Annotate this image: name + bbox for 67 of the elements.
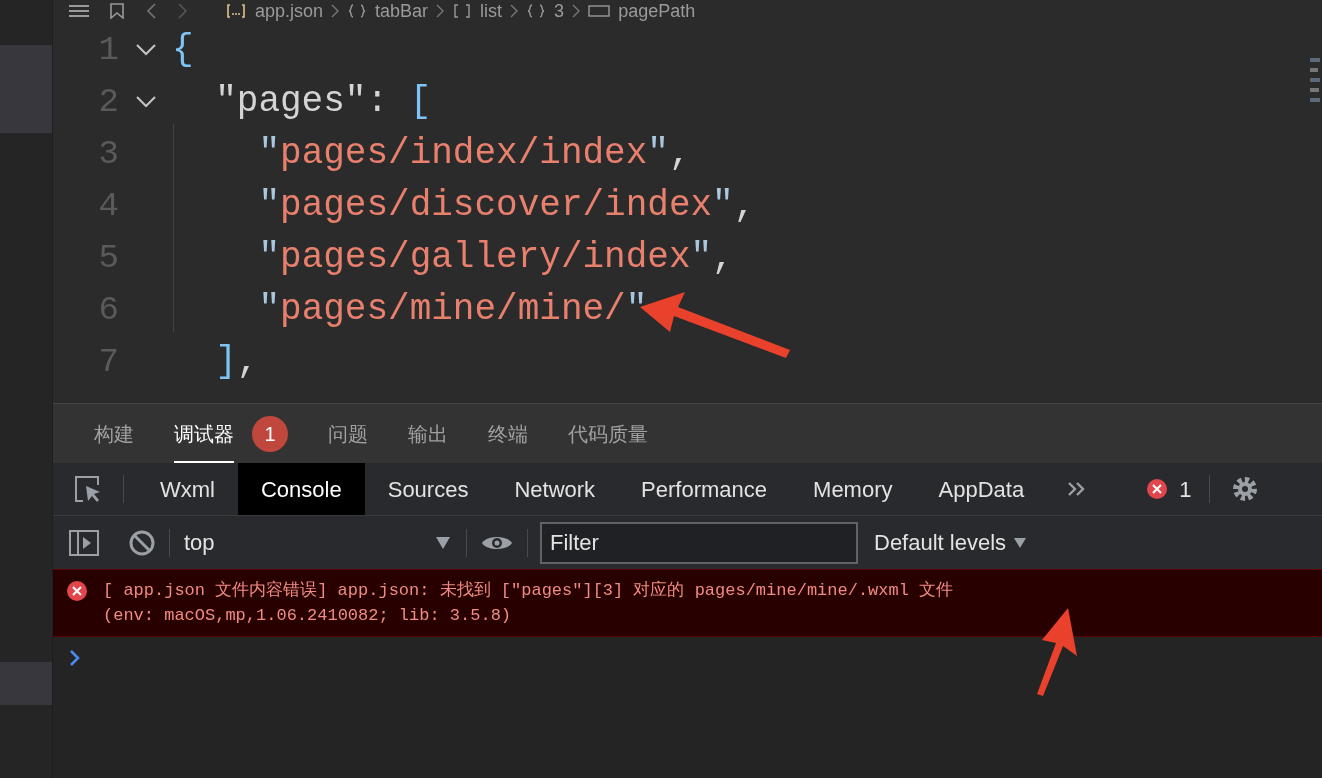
- error-icon: [67, 581, 87, 601]
- prompt-chevron-icon: [69, 649, 81, 667]
- string-literal: pages/index/index: [280, 133, 648, 174]
- breadcrumb-separator-icon: [510, 4, 519, 18]
- list-icon[interactable]: [69, 4, 89, 18]
- levels-dropdown[interactable]: Default levels: [874, 526, 1027, 559]
- brackets-icon: [452, 4, 473, 18]
- code-token: ": [647, 133, 669, 174]
- panel-tab[interactable]: 终端: [488, 404, 528, 463]
- context-dropdown[interactable]: top: [170, 526, 460, 559]
- string-literal: pages/gallery/index: [280, 237, 691, 278]
- filter-field[interactable]: Filter: [540, 521, 858, 564]
- devtools-tab[interactable]: Performance: [618, 463, 791, 515]
- code-token: ]: [214, 341, 237, 382]
- breadcrumb-item[interactable]: pagePath: [618, 2, 696, 20]
- bookmark-icon[interactable]: [109, 3, 125, 19]
- error-message: [ app.json 文件内容错误] app.json: 未找到 ["pages"][3] 对应的 pages/mine/mine/.wxml 文件: [103, 579, 954, 602]
- panel-tab[interactable]: 输出: [408, 404, 448, 463]
- sidebar-toggle-icon[interactable]: [69, 529, 99, 556]
- code-token: ,: [733, 185, 756, 226]
- code-token: {: [172, 29, 194, 70]
- code-token: ,: [236, 341, 259, 382]
- code-token: ": [257, 133, 281, 174]
- breadcrumb-separator-icon: [572, 4, 581, 18]
- field-icon: [588, 4, 611, 18]
- code-token: ": [257, 237, 281, 278]
- clear-icon[interactable]: [129, 529, 155, 556]
- property-key: "pages": [172, 81, 367, 122]
- fold-chevron-icon[interactable]: [135, 96, 156, 108]
- breadcrumb-item[interactable]: app.json: [255, 2, 324, 20]
- braces-icon: [526, 4, 547, 18]
- string-literal: pages/discover/index: [280, 185, 713, 226]
- devtools-tab[interactable]: Sources: [364, 463, 492, 515]
- code-token: ": [690, 237, 713, 278]
- code-token: ": [625, 289, 648, 330]
- code-token: ": [257, 289, 281, 330]
- sidebar-highlight: [0, 662, 52, 705]
- string-literal: pages/mine/mine/: [280, 289, 626, 330]
- devtools-tab[interactable]: Network: [491, 463, 619, 515]
- breadcrumb-separator-icon: [436, 4, 445, 18]
- braces-icon: [347, 4, 368, 18]
- breadcrumb-item[interactable]: tabBar: [375, 2, 429, 20]
- code-token: ": [712, 185, 734, 226]
- json-file-icon: [225, 4, 247, 18]
- devtools-tab[interactable]: Memory: [790, 463, 916, 515]
- dropdown-caret-icon: [1014, 537, 1027, 548]
- code-token: ": [257, 185, 281, 226]
- back-icon[interactable]: [145, 3, 157, 19]
- fold-chevron-icon[interactable]: [135, 44, 156, 56]
- devtools-tab[interactable]: Console: [238, 463, 365, 515]
- breadcrumb-item[interactable]: list: [480, 2, 503, 20]
- devtools-tab[interactable]: AppData: [915, 463, 1048, 515]
- count-badge: 1: [252, 415, 288, 452]
- breadcrumb-item[interactable]: 3: [554, 2, 565, 20]
- panel-tab[interactable]: 代码质量: [568, 404, 648, 463]
- code-token: ,: [712, 237, 734, 278]
- devtools-tab[interactable]: Wxml: [137, 463, 238, 515]
- error-icon: [1147, 479, 1168, 499]
- panel-tab[interactable]: 构建: [94, 404, 134, 463]
- breadcrumb-separator-icon: [331, 4, 340, 18]
- code-token: ,: [668, 133, 691, 174]
- code-token: :: [366, 81, 390, 122]
- error-count[interactable]: 1: [1179, 472, 1192, 506]
- code-token: [: [409, 81, 432, 122]
- panel-tab[interactable]: 问题: [328, 404, 368, 463]
- error-message: (env: macOS,mp,1.06.2410082; lib: 3.5.8): [103, 605, 513, 627]
- dropdown-caret-icon: [436, 536, 450, 549]
